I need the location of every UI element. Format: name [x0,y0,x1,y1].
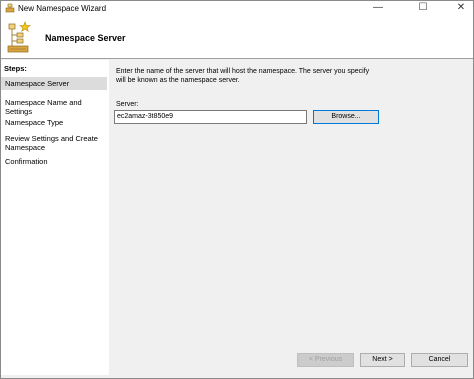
maximize-icon[interactable]: ☐ [409,1,437,16]
wizard-footer: < Previous Next > Cancel [109,346,473,378]
wizard-header: Namespace Server [1,16,473,59]
step-namespace-name-and-settings[interactable]: Namespace Name and Settings [1,98,107,116]
step-label: Namespace Name and Settings [5,98,82,116]
wizard-window: New Namespace Wizard — ☐ ✕ Namespace Ser… [0,0,474,379]
page-title: Namespace Server [45,33,126,43]
step-namespace-server[interactable]: Namespace Server [1,77,107,90]
next-button[interactable]: Next > [360,353,405,367]
browse-button[interactable]: Browse... [313,110,379,124]
step-label: Confirmation [5,157,48,166]
cancel-button[interactable]: Cancel [411,353,468,367]
namespace-wizard-icon [5,3,15,13]
close-icon[interactable]: ✕ [447,1,474,16]
minimize-icon[interactable]: — [364,1,392,16]
step-namespace-type[interactable]: Namespace Type [1,118,107,127]
instructions-line-1: Enter the name of the server that will h… [116,68,370,75]
instructions-line-2: will be known as the namespace server. [116,76,240,84]
namespace-tree-icon [6,20,32,54]
step-label: Review Settings and Create [5,134,98,143]
step-label: Namespace Server [5,79,70,88]
window-title: New Namespace Wizard [18,4,107,13]
server-input[interactable]: ec2amaz-3t850e9 [114,110,307,124]
instructions-text: Enter the name of the server that will h… [116,68,396,85]
title-bar[interactable]: New Namespace Wizard — ☐ ✕ [1,1,473,16]
step-label-continued: Namespace [5,143,46,152]
main-content: Enter the name of the server that will h… [109,60,473,346]
step-review-settings[interactable]: Review Settings and Create Namespace [1,134,107,152]
steps-heading: Steps: [4,64,27,73]
step-label: Namespace Type [5,118,64,127]
steps-panel: Steps: Namespace Server Namespace Name a… [1,60,109,375]
previous-button[interactable]: < Previous [297,353,354,367]
step-confirmation[interactable]: Confirmation [1,157,107,166]
server-label: Server: [116,101,139,108]
